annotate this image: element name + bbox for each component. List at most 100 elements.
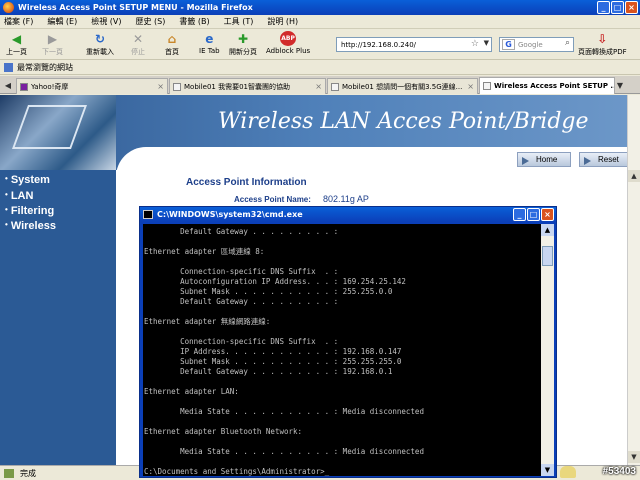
menu-file[interactable]: 檔案 (F) <box>4 16 33 27</box>
cmd-line: Media State . . . . . . . . . . . : Medi… <box>144 447 424 456</box>
google-icon[interactable]: G <box>502 39 515 50</box>
tab-mobile01-help[interactable]: Mobile01 我需要01智囊團的協助 × <box>169 78 326 94</box>
cmd-icon <box>143 210 153 219</box>
url-bar[interactable]: http://192.168.0.240/ ☆ ▼ <box>336 37 492 52</box>
minimize-icon[interactable]: _ <box>513 208 526 221</box>
url-text: http://192.168.0.240/ <box>341 40 417 49</box>
bookmark-most-visited[interactable]: 最常瀏覽的網站 <box>17 62 73 73</box>
star-icon[interactable]: ☆ <box>471 39 479 49</box>
scroll-down-icon[interactable]: ▼ <box>628 451 640 463</box>
cmd-line <box>144 307 541 317</box>
close-tab-icon[interactable]: × <box>467 82 474 91</box>
maximize-icon[interactable]: □ <box>527 208 540 221</box>
page-scrollbar[interactable]: ▲ ▼ <box>627 95 640 465</box>
adblock-icon: ABP <box>280 31 297 46</box>
menu-tools[interactable]: 工具 (T) <box>224 16 254 27</box>
arrow-right-icon <box>584 157 591 165</box>
watermark: #53403 <box>602 466 636 477</box>
menu-history[interactable]: 歷史 (S) <box>136 16 166 27</box>
cmd-line: Ethernet adapter LAN: <box>144 387 239 396</box>
bullet-icon: • <box>5 220 8 229</box>
cmd-line: Connection-specific DNS Suffix . : <box>144 267 339 276</box>
tray-icon[interactable] <box>560 466 576 478</box>
section-title: Access Point Information <box>186 177 307 188</box>
yahoo-icon <box>20 83 28 91</box>
ap-name-value: 802.11g AP <box>323 194 369 204</box>
forward-button[interactable]: ▶ 下一頁 <box>42 31 63 57</box>
menu-help[interactable]: 說明 (H) <box>267 16 298 27</box>
minimize-icon[interactable]: _ <box>597 1 610 14</box>
cmd-window[interactable]: C:\WINDOWS\system32\cmd.exe _ □ × Defaul… <box>139 206 557 478</box>
tab-yahoo[interactable]: Yahoo!奇摩 × <box>16 78 168 94</box>
tab-list-icon[interactable]: ▼ <box>614 79 626 92</box>
cmd-line: Subnet Mask . . . . . . . . . . . : 255.… <box>144 287 393 296</box>
tab-wireless-setup[interactable]: Wireless Access Point SETUP ... <box>479 77 615 94</box>
cmd-line <box>144 457 541 467</box>
bullet-icon: • <box>5 174 8 183</box>
scroll-up-icon[interactable]: ▲ <box>541 224 554 236</box>
cmd-scrollbar[interactable]: ▲ ▼ <box>541 224 554 476</box>
cmd-title-bar[interactable]: C:\WINDOWS\system32\cmd.exe _ □ × <box>140 207 556 222</box>
cmd-line <box>144 327 541 337</box>
menu-bookmarks[interactable]: 書籤 (B) <box>179 16 209 27</box>
search-input[interactable]: G Google ⌕ <box>499 37 574 52</box>
cmd-output[interactable]: Default Gateway . . . . . . . . . : Ether… <box>143 224 541 476</box>
search-icon[interactable]: ⌕ <box>565 38 570 48</box>
close-tab-icon[interactable]: × <box>315 82 322 91</box>
cmd-line <box>144 377 541 387</box>
bullet-icon: • <box>5 190 8 199</box>
cmd-window-controls: _ □ × <box>513 208 554 221</box>
menu-view[interactable]: 檢視 (V) <box>91 16 121 27</box>
bookmark-icon <box>4 63 13 72</box>
adblock-button[interactable]: ABP Adblock Plus <box>266 31 310 55</box>
page-icon <box>331 83 339 91</box>
sidebar: • System • LAN • Filtering • Wireless <box>0 170 116 465</box>
window-controls: _ □ × <box>597 1 638 14</box>
cmd-line: Ethernet adapter Bluetooth Network: <box>144 427 303 436</box>
cmd-line: Ethernet adapter 無線網路連線: <box>144 317 271 326</box>
tab-mobile01-question[interactable]: Mobile01 想請問一個有關3.5G連線... × <box>327 78 478 94</box>
cmd-line: Autoconfiguration IP Address. . . : 169.… <box>144 277 406 286</box>
home-button[interactable]: ⌂ 首頁 <box>164 31 180 57</box>
forward-arrow-icon: ▶ <box>47 31 58 46</box>
reload-icon: ↻ <box>94 31 106 46</box>
scroll-thumb[interactable] <box>542 246 553 266</box>
arrow-right-icon <box>522 157 529 165</box>
cmd-line: C:\Documents and Settings\Administrator>… <box>144 467 330 476</box>
pdf-icon: ⇩ <box>597 31 608 46</box>
reload-button[interactable]: ↻ 重新載入 <box>86 31 114 57</box>
cmd-line: Ethernet adapter 區域連線 8: <box>144 247 265 256</box>
tab-bar: ◀ Yahoo!奇摩 × Mobile01 我需要01智囊團的協助 × Mobi… <box>0 76 640 94</box>
cmd-line <box>144 437 541 447</box>
cmd-line: Default Gateway . . . . . . . . . : 192.… <box>144 367 393 376</box>
sidebar-item-wireless[interactable]: • Wireless <box>5 220 56 232</box>
page-icon <box>173 83 181 91</box>
maximize-icon[interactable]: □ <box>611 1 624 14</box>
ap-name-label: Access Point Name: <box>234 195 311 204</box>
back-button[interactable]: ◀ 上一頁 <box>6 31 27 57</box>
new-tab-button[interactable]: ✚ 開新分頁 <box>229 31 257 57</box>
tab-scroll-left-icon[interactable]: ◀ <box>2 79 14 92</box>
stop-button[interactable]: ✕ 停止 <box>130 31 146 57</box>
ie-tab-button[interactable]: e IE Tab <box>199 31 220 56</box>
pdf-button[interactable]: ⇩ 頁面轉換成PDF <box>578 31 627 57</box>
search-placeholder: Google <box>518 40 543 49</box>
home-page-button[interactable]: Home <box>517 152 571 167</box>
cmd-line: IP Address. . . . . . . . . . . . : 192.… <box>144 347 402 356</box>
menu-edit[interactable]: 編輯 (E) <box>47 16 77 27</box>
chevron-down-icon[interactable]: ▼ <box>484 39 489 47</box>
cmd-line <box>144 257 541 267</box>
sidebar-item-filtering[interactable]: • Filtering <box>5 205 54 217</box>
reset-button[interactable]: Reset <box>579 152 627 167</box>
window-title: Wireless Access Point SETUP MENU - Mozil… <box>18 3 253 12</box>
close-icon[interactable]: × <box>541 208 554 221</box>
scroll-up-icon[interactable]: ▲ <box>628 170 640 182</box>
scroll-down-icon[interactable]: ▼ <box>541 464 554 476</box>
sidebar-item-lan[interactable]: • LAN <box>5 190 33 202</box>
ie-tab-icon: e <box>205 31 214 46</box>
close-tab-icon[interactable]: × <box>157 82 164 91</box>
banner-image <box>0 95 116 170</box>
cmd-line: Subnet Mask . . . . . . . . . . . : 255.… <box>144 357 402 366</box>
close-icon[interactable]: × <box>625 1 638 14</box>
sidebar-item-system[interactable]: • System <box>5 174 50 186</box>
